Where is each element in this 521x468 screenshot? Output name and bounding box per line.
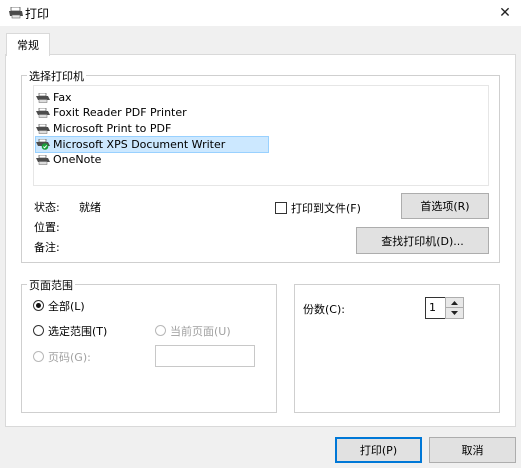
- location-label: 位置:: [34, 221, 60, 234]
- page-range-legend: 页面范围: [27, 277, 75, 293]
- chevron-down-icon: [451, 311, 458, 315]
- printer-name: OneNote: [53, 153, 102, 166]
- status-value: 就绪: [79, 201, 101, 214]
- pages-label: 页码(G):: [48, 351, 91, 364]
- printer-item-fax[interactable]: Fax: [36, 90, 78, 105]
- title-bar: [0, 0, 521, 26]
- selection-label[interactable]: 选定范围(T): [48, 323, 107, 339]
- printer-item-onenote[interactable]: OneNote: [36, 152, 107, 167]
- printer-name: Microsoft Print to PDF: [53, 122, 172, 135]
- printer-list[interactable]: Fax Foxit Reader PDF Printer Microsoft P…: [33, 85, 489, 186]
- current-page-label: 当前页面(U): [170, 325, 231, 338]
- printer-name: Microsoft XPS Document Writer: [53, 138, 226, 151]
- copies-value: 1: [429, 301, 436, 314]
- printer-name: Foxit Reader PDF Printer: [53, 106, 187, 119]
- cancel-button[interactable]: 取消: [429, 437, 516, 463]
- pages-radio: [33, 351, 44, 362]
- printer-name: Fax: [53, 91, 72, 104]
- printer-icon: [8, 6, 24, 19]
- default-printer-icon: [36, 139, 50, 150]
- printer-item-ms-xps[interactable]: Microsoft XPS Document Writer: [35, 136, 269, 153]
- copies-label: 份数(C):: [303, 303, 345, 316]
- window-title: 打印: [25, 7, 50, 21]
- radio-selected-dot: [36, 303, 41, 308]
- tab-general[interactable]: 常规: [6, 33, 50, 56]
- preferences-button[interactable]: 首选项(R): [401, 193, 489, 219]
- status-label: 状态:: [34, 201, 60, 214]
- comment-label: 备注:: [34, 241, 60, 254]
- printer-icon: [36, 154, 50, 165]
- print-button[interactable]: 打印(P): [335, 437, 422, 463]
- copies-input[interactable]: 1: [425, 297, 446, 319]
- current-page-radio: [155, 325, 166, 336]
- close-button[interactable]: ✕: [493, 2, 517, 24]
- tab-general-label: 常规: [17, 39, 39, 52]
- printer-icon: [36, 92, 50, 103]
- printer-icon: [36, 107, 50, 118]
- all-pages-radio[interactable]: [33, 300, 44, 311]
- preferences-button-label: 首选项(R): [420, 200, 470, 213]
- print-to-file-label[interactable]: 打印到文件(F): [291, 200, 361, 216]
- chevron-up-icon: [451, 301, 458, 305]
- printer-item-foxit[interactable]: Foxit Reader PDF Printer: [36, 105, 193, 120]
- selection-radio[interactable]: [33, 325, 44, 336]
- cancel-button-label: 取消: [461, 444, 484, 457]
- printer-icon: [36, 123, 50, 134]
- printer-item-ms-print-to-pdf[interactable]: Microsoft Print to PDF: [36, 121, 177, 136]
- find-printer-button-label: 查找打印机(D)...: [381, 234, 464, 248]
- find-printer-button[interactable]: 查找打印机(D)...: [356, 227, 489, 254]
- pages-input: [155, 345, 255, 367]
- select-printer-legend: 选择打印机: [27, 68, 86, 84]
- copies-down-button[interactable]: [445, 307, 464, 319]
- print-to-file-checkbox[interactable]: [275, 202, 287, 214]
- print-button-label: 打印(P): [359, 444, 398, 457]
- all-pages-label[interactable]: 全部(L): [48, 298, 85, 314]
- close-icon: ✕: [499, 5, 511, 21]
